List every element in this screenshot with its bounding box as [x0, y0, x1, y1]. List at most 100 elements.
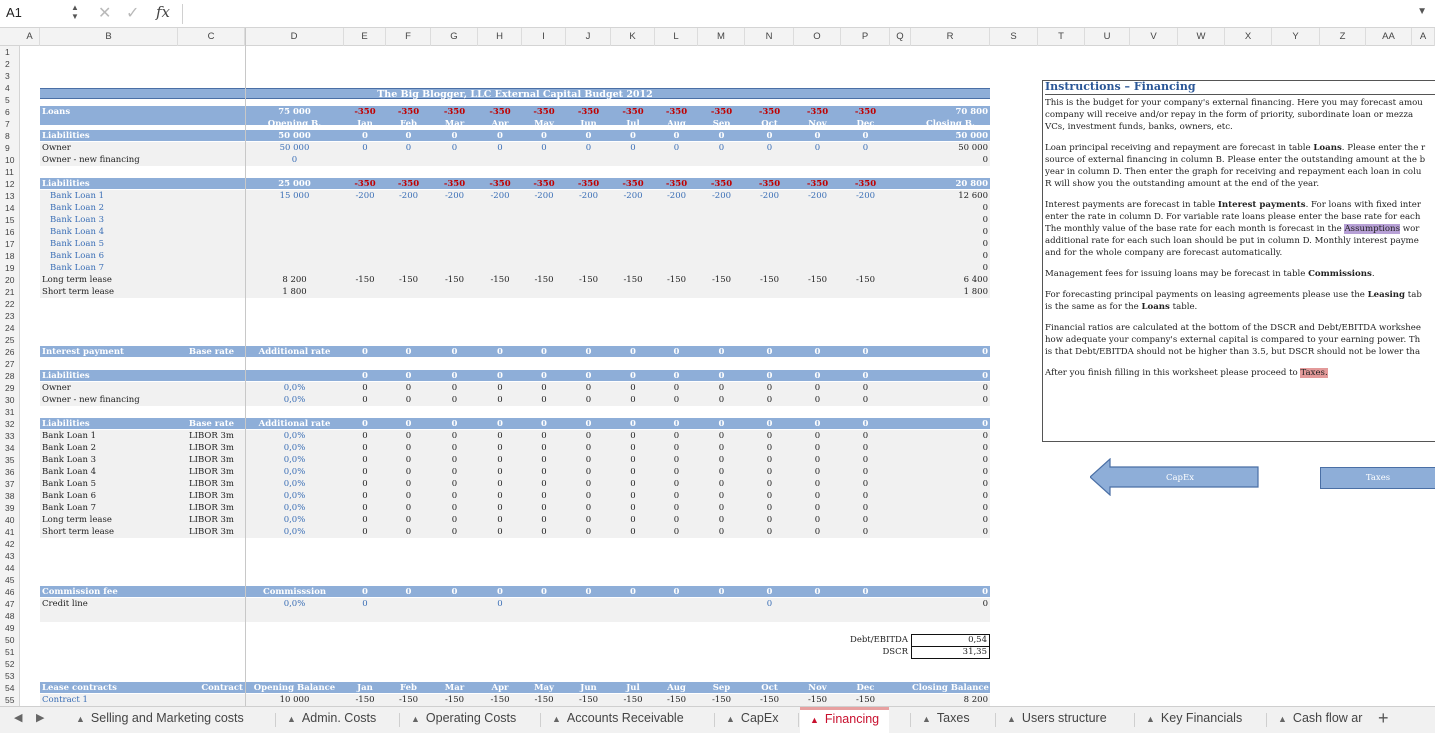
liab4-row-base[interactable]: LIBOR 3m: [178, 526, 245, 538]
liab4-row-closing[interactable]: 0: [911, 454, 988, 466]
lease-row-month[interactable]: -150: [566, 694, 611, 706]
column-header-cell[interactable]: B: [40, 28, 178, 46]
liab4-row-month[interactable]: 0: [655, 442, 698, 454]
lease-row-label[interactable]: Contract 1: [42, 694, 88, 706]
interest-label[interactable]: Interest payment: [42, 346, 124, 358]
commission-month-value[interactable]: 0: [431, 586, 478, 598]
column-header-cell[interactable]: A: [1412, 28, 1435, 46]
liab4-row-closing[interactable]: 0: [911, 502, 988, 514]
liab4-row-month[interactable]: 0: [386, 454, 431, 466]
liab3-row-rate[interactable]: 0,0%: [245, 382, 344, 394]
liab3-month-value[interactable]: 0: [794, 370, 841, 382]
liab2-row-month[interactable]: -200: [794, 190, 841, 202]
liab4-row-month[interactable]: 0: [522, 514, 566, 526]
row-header-cell[interactable]: 52: [0, 658, 19, 670]
liab4-row-month[interactable]: 0: [698, 490, 745, 502]
row-header-cell[interactable]: 3: [0, 70, 19, 82]
interest-month-value[interactable]: 0: [794, 346, 841, 358]
liab3-row-month[interactable]: 0: [431, 382, 478, 394]
loans-month-value[interactable]: -350: [841, 106, 890, 118]
loans-month-value[interactable]: -350: [522, 106, 566, 118]
commission-row-closing[interactable]: 0: [911, 598, 988, 610]
liab1-opening[interactable]: 50 000: [245, 130, 344, 142]
liab1-month-value[interactable]: 0: [344, 130, 386, 142]
liab4-month-value[interactable]: 0: [431, 418, 478, 430]
liab4-row-month[interactable]: 0: [655, 466, 698, 478]
row-header-cell[interactable]: 28: [0, 370, 19, 382]
liab4-row-closing[interactable]: 0: [911, 430, 988, 442]
liab3-month-value[interactable]: 0: [841, 370, 890, 382]
header-month[interactable]: Sep: [698, 118, 745, 130]
liab2-month-value[interactable]: -350: [841, 178, 890, 190]
column-header-cell[interactable]: Y: [1272, 28, 1320, 46]
row-header-cell[interactable]: 16: [0, 226, 19, 238]
row-header-cell[interactable]: 13: [0, 190, 19, 202]
row-header-cell[interactable]: 31: [0, 406, 19, 418]
liab2-row-month[interactable]: -150: [478, 274, 522, 286]
liab4-row-closing[interactable]: 0: [911, 514, 988, 526]
liab2-row-month[interactable]: -150: [611, 274, 655, 286]
interest-month-value[interactable]: 0: [522, 346, 566, 358]
liab4-row-month[interactable]: 0: [841, 466, 890, 478]
row-header-cell[interactable]: 10: [0, 154, 19, 166]
liab4-row-month[interactable]: 0: [566, 466, 611, 478]
liab2-month-value[interactable]: -350: [655, 178, 698, 190]
row-header-cell[interactable]: 15: [0, 214, 19, 226]
liab4-row-month[interactable]: 0: [386, 466, 431, 478]
sheet-tab[interactable]: ▲ Key Financials: [1136, 707, 1252, 733]
liab2-row-month[interactable]: -150: [794, 274, 841, 286]
lease-row-closing[interactable]: 8 200: [911, 694, 988, 706]
capex-arrow-button[interactable]: CapEx: [1090, 458, 1260, 496]
liab4-row-month[interactable]: 0: [794, 442, 841, 454]
column-header-cell[interactable]: P: [841, 28, 890, 46]
liab1-month-value[interactable]: 0: [745, 130, 794, 142]
liab3-row-month[interactable]: 0: [522, 394, 566, 406]
liab1-month-value[interactable]: 0: [431, 130, 478, 142]
liab4-row-rate[interactable]: 0,0%: [245, 526, 344, 538]
row-header-cell[interactable]: 27: [0, 358, 19, 370]
row-header-cell[interactable]: 21: [0, 286, 19, 298]
lease-month[interactable]: Apr: [478, 682, 522, 694]
row-header-cell[interactable]: 38: [0, 490, 19, 502]
liab4-row-month[interactable]: 0: [344, 490, 386, 502]
liab4-month-value[interactable]: 0: [841, 418, 890, 430]
add-sheet-icon[interactable]: +: [1378, 708, 1389, 729]
lease-month[interactable]: Jun: [566, 682, 611, 694]
liab2-month-value[interactable]: -350: [522, 178, 566, 190]
liab4-row-month[interactable]: 0: [698, 502, 745, 514]
commission-row-oct[interactable]: 0: [745, 598, 794, 610]
lease-month[interactable]: Feb: [386, 682, 431, 694]
liab4-month-value[interactable]: 0: [794, 418, 841, 430]
header-month[interactable]: Feb: [386, 118, 431, 130]
column-header-cell[interactable]: R: [911, 28, 990, 46]
liab4-row-month[interactable]: 0: [794, 526, 841, 538]
sheet-tab[interactable]: ▲ Accounts Receivable: [542, 707, 694, 733]
liab4-row-rate[interactable]: 0,0%: [245, 454, 344, 466]
liab2-row-label[interactable]: Short term lease: [42, 286, 114, 298]
taxes-link[interactable]: Taxes.: [1300, 368, 1328, 378]
liab4-row-month[interactable]: 0: [386, 430, 431, 442]
lease-month[interactable]: Jul: [611, 682, 655, 694]
interest-month-value[interactable]: 0: [745, 346, 794, 358]
liab3-row-label[interactable]: Owner: [42, 382, 71, 394]
liab3-row-month[interactable]: 0: [386, 394, 431, 406]
commission-month-value[interactable]: 0: [344, 586, 386, 598]
liab4-row-base[interactable]: LIBOR 3m: [178, 502, 245, 514]
lease-row-month[interactable]: -150: [698, 694, 745, 706]
sheet-tab[interactable]: ▲ Financing: [800, 707, 890, 733]
liab2-row-month[interactable]: -150: [841, 274, 890, 286]
row-header-cell[interactable]: 7: [0, 118, 19, 130]
liab4-row-month[interactable]: 0: [386, 490, 431, 502]
column-header-cell[interactable]: S: [990, 28, 1038, 46]
loans-month-value[interactable]: -350: [344, 106, 386, 118]
liab2-row-opening[interactable]: 15 000: [245, 190, 344, 202]
liab4-row-label[interactable]: Bank Loan 2: [42, 442, 96, 454]
liab4-row-month[interactable]: 0: [794, 502, 841, 514]
liab2-row-month[interactable]: -200: [386, 190, 431, 202]
liab4-row-label[interactable]: Bank Loan 3: [42, 454, 96, 466]
liab4-row-rate[interactable]: 0,0%: [245, 466, 344, 478]
sheet-tab[interactable]: ▲ Taxes: [912, 707, 980, 733]
liab4-row-month[interactable]: 0: [522, 478, 566, 490]
liab2-row-month[interactable]: -150: [344, 274, 386, 286]
liab1-row-month[interactable]: 0: [698, 142, 745, 154]
